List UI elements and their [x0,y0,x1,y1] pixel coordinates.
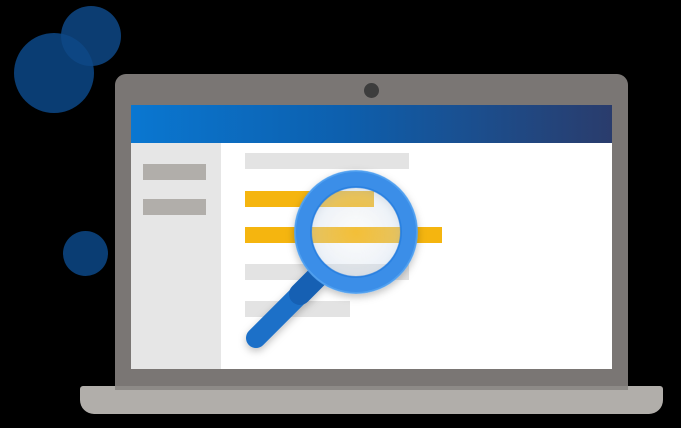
laptop-base [80,386,663,414]
sidebar-item [143,199,206,215]
text-line-placeholder [245,153,409,169]
window-sidebar [131,143,221,369]
decorative-bubble-mid [63,231,108,276]
magnifying-glass-icon [246,170,418,348]
window-title-bar [131,105,612,143]
sidebar-item [143,164,206,180]
decorative-bubble-small [61,6,121,66]
laptop-hinge [115,386,628,390]
camera-icon [364,83,379,98]
illustration [0,0,681,428]
